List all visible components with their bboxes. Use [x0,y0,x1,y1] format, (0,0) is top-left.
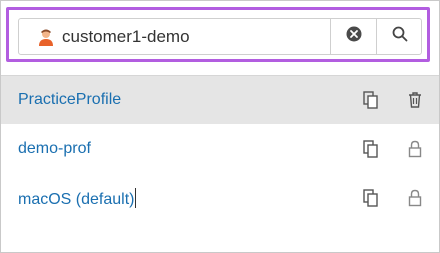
trash-icon[interactable] [406,91,424,109]
lock-icon [406,140,424,158]
duplicate-icon[interactable] [362,189,380,207]
magnifier-icon [392,26,408,47]
lock-icon [406,189,424,207]
text-caret [135,188,137,208]
duplicate-icon[interactable] [362,140,380,158]
search-area: customer1-demo [1,1,439,76]
profile-panel: customer1-demo PracticeProfile demo-prof… [0,0,440,253]
profile-row-macos-default[interactable]: macOS (default) [1,174,439,222]
user-avatar-icon [37,28,55,46]
search-box[interactable]: customer1-demo [18,18,422,55]
profile-name[interactable]: macOS (default) [18,188,137,210]
profile-row-practiceprofile[interactable]: PracticeProfile [1,76,439,124]
search-input[interactable]: customer1-demo [62,26,190,48]
duplicate-icon[interactable] [362,91,380,109]
profile-name[interactable]: demo-prof [18,139,91,159]
clear-circle-x-icon [346,26,362,47]
profile-name[interactable]: PracticeProfile [18,90,121,110]
search-button[interactable] [376,19,422,54]
profile-row-demo-prof[interactable]: demo-prof [1,125,439,173]
clear-button[interactable] [330,19,376,54]
